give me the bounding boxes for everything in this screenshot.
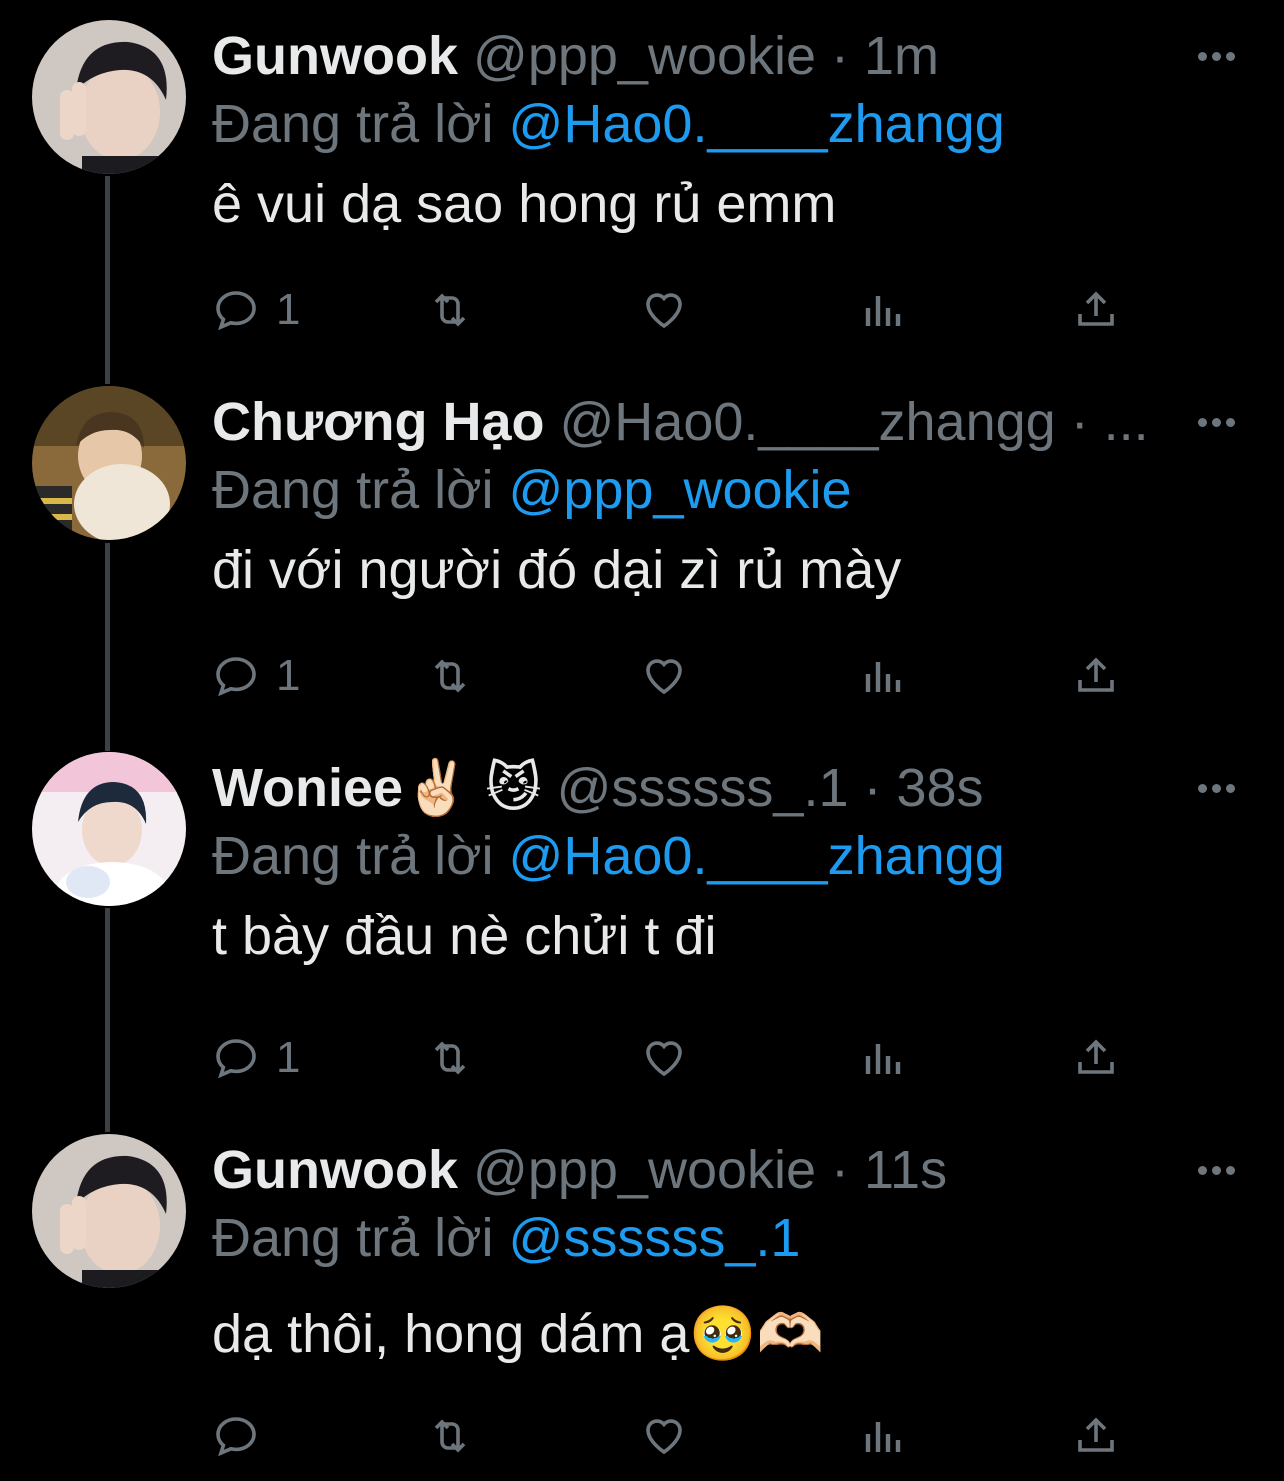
tweet-actions (212, 1406, 1132, 1466)
more-icon[interactable] (1198, 48, 1242, 62)
display-name[interactable]: Gunwook (212, 26, 458, 86)
avatar[interactable] (32, 752, 186, 906)
retweet-icon (434, 293, 466, 327)
share-button[interactable] (1072, 646, 1120, 706)
reply-icon (216, 291, 256, 331)
reply-count: 1 (276, 1033, 301, 1082)
share-icon (1078, 1039, 1114, 1074)
tweet-text: ê vui dạ sao hong rủ emm (212, 174, 837, 234)
reply-prefix: Đang trả lời (212, 94, 494, 154)
heart-icon (646, 1041, 682, 1077)
tweet-text: đi với người đó dại zì rủ mày (212, 540, 902, 600)
display-name[interactable]: Gunwook (212, 1140, 458, 1200)
retweet-icon (434, 1419, 466, 1453)
retweet-button[interactable] (426, 280, 474, 340)
reply-button[interactable]: 1 (212, 280, 300, 340)
like-button[interactable] (640, 1028, 688, 1088)
like-button[interactable] (640, 280, 688, 340)
reply-count: 1 (276, 285, 301, 334)
replying-to: Đang trả lời @Hao0.____zhangg (212, 824, 1005, 888)
reply-prefix: Đang trả lời (212, 460, 494, 520)
analytics-icon (865, 1044, 901, 1074)
tweet[interactable]: Gunwook @ppp_wookie · 11s Đang trả lời @… (0, 1134, 1284, 1474)
tweet-actions: 1 (212, 1028, 1132, 1088)
retweet-button[interactable] (426, 646, 474, 706)
tweet[interactable]: Gunwook @ppp_wookie · 1m Đang trả lời @H… (0, 20, 1284, 370)
avatar[interactable] (32, 1134, 186, 1288)
reply-button[interactable]: 1 (212, 646, 300, 706)
tweet[interactable]: Chương Hạo @Hao0.____zhangg · ... Đang t… (0, 386, 1284, 736)
tweet[interactable]: Woniee✌🏻 😼 @ssssss_.1 · 38s Đang trả lời… (0, 752, 1284, 1122)
tweet-actions: 1 (212, 646, 1132, 706)
more-icon[interactable] (1198, 1162, 1242, 1176)
analytics-icon (865, 662, 901, 692)
reply-icon (216, 1417, 256, 1457)
share-icon (1078, 1417, 1114, 1452)
like-button[interactable] (640, 646, 688, 706)
tweet-header: Chương Hạo @Hao0.____zhangg · ... (212, 390, 1149, 454)
heart-icon (646, 293, 682, 329)
avatar[interactable] (32, 386, 186, 540)
reply-icon (216, 657, 256, 697)
retweet-button[interactable] (426, 1406, 474, 1466)
reply-count: 1 (276, 651, 301, 700)
more-icon[interactable] (1198, 780, 1242, 794)
share-icon (1078, 291, 1114, 326)
share-button[interactable] (1072, 1406, 1120, 1466)
replying-to: Đang trả lời @ppp_wookie (212, 458, 852, 522)
mention-link[interactable]: @Hao0.____zhangg (509, 94, 1005, 154)
reply-icon (216, 1039, 256, 1079)
views-button[interactable] (858, 280, 906, 340)
tweet-header: Gunwook @ppp_wookie · 11s (212, 1138, 947, 1202)
analytics-icon (865, 296, 901, 326)
handle-and-time[interactable]: @ppp_wookie · 1m (473, 26, 939, 86)
more-icon[interactable] (1198, 414, 1242, 428)
heart-icon (646, 1419, 682, 1455)
reply-prefix: Đang trả lời (212, 1208, 494, 1268)
replying-to: Đang trả lời @Hao0.____zhangg (212, 92, 1005, 156)
retweet-button[interactable] (426, 1028, 474, 1088)
tweet-text: t bày đầu nè chửi t đi (212, 906, 717, 966)
handle-and-time[interactable]: @ssssss_.1 · 38s (557, 758, 984, 818)
views-button[interactable] (858, 646, 906, 706)
reply-button[interactable]: 1 (212, 1028, 300, 1088)
share-button[interactable] (1072, 1028, 1120, 1088)
avatar[interactable] (32, 20, 186, 174)
display-name[interactable]: Chương Hạo (212, 392, 544, 452)
analytics-icon (865, 1422, 901, 1452)
mention-link[interactable]: @ssssss_.1 (509, 1208, 801, 1268)
tweet-header: Gunwook @ppp_wookie · 1m (212, 24, 939, 88)
handle-and-time[interactable]: @ppp_wookie · 11s (473, 1140, 947, 1200)
like-button[interactable] (640, 1406, 688, 1466)
tweet-actions: 1 (212, 280, 1132, 340)
views-button[interactable] (858, 1406, 906, 1466)
tweet-text: dạ thôi, hong dám ạ🥹🫶🏻 (212, 1304, 824, 1364)
views-button[interactable] (858, 1028, 906, 1088)
retweet-icon (434, 659, 466, 693)
reply-prefix: Đang trả lời (212, 826, 494, 886)
share-button[interactable] (1072, 280, 1120, 340)
replying-to: Đang trả lời @ssssss_.1 (212, 1206, 800, 1270)
mention-link[interactable]: @Hao0.____zhangg (509, 826, 1005, 886)
handle-and-time[interactable]: @Hao0.____zhangg · ... (559, 392, 1148, 452)
mention-link[interactable]: @ppp_wookie (509, 460, 852, 520)
display-name[interactable]: Woniee✌🏻 😼 (212, 758, 542, 818)
share-icon (1078, 657, 1114, 692)
retweet-icon (434, 1041, 466, 1075)
heart-icon (646, 659, 682, 695)
tweet-header: Woniee✌🏻 😼 @ssssss_.1 · 38s (212, 756, 984, 820)
reply-button[interactable] (212, 1406, 276, 1466)
